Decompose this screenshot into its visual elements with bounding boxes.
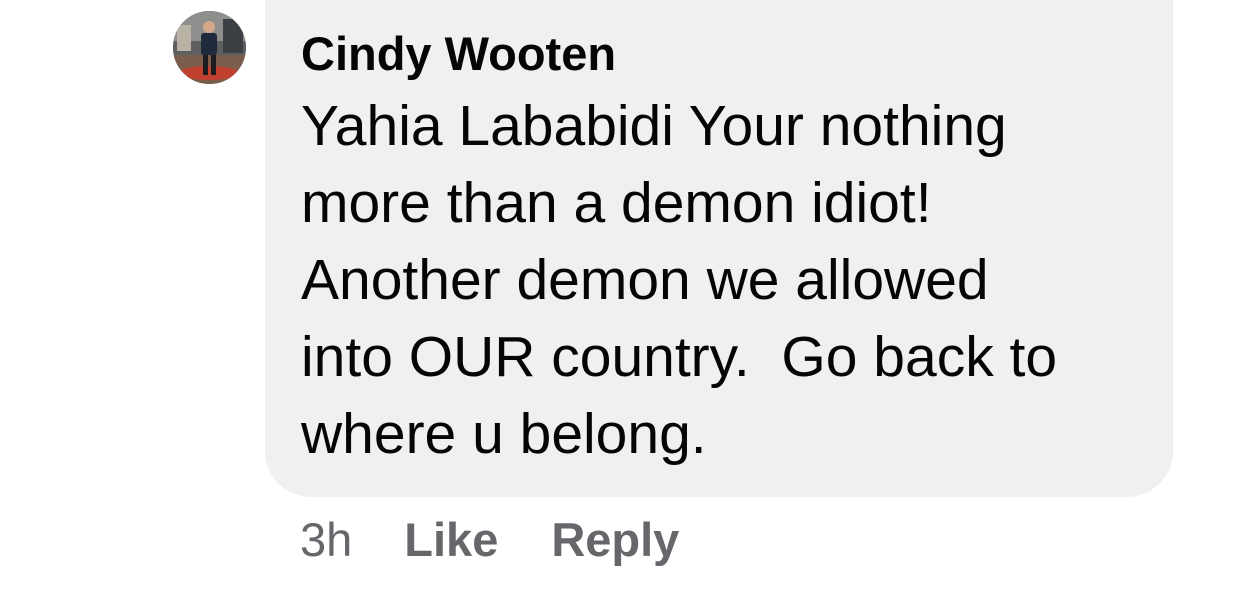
comment-text: Yahia Lababidi Your nothing more than a …: [301, 88, 1139, 473]
comment-text-line: more than a demon idiot!: [301, 171, 932, 235]
comment-actions: 3h Like Reply: [300, 506, 679, 572]
comment-bubble: Cindy Wooten Yahia Lababidi Your nothing…: [265, 0, 1173, 497]
comment-text-line: Yahia Lababidi Your nothing: [301, 94, 1007, 158]
comment-text-line: into OUR country. Go back to: [301, 325, 1058, 389]
comment-text-line: Another demon we allowed: [301, 248, 989, 312]
comment-timestamp[interactable]: 3h: [300, 512, 352, 567]
comment-text-line: where u belong.: [301, 402, 707, 466]
avatar[interactable]: [173, 11, 246, 84]
like-button[interactable]: Like: [404, 512, 498, 567]
comment-author-name[interactable]: Cindy Wooten: [301, 18, 1139, 90]
comment: Cindy Wooten Yahia Lababidi Your nothing…: [0, 0, 1242, 601]
profile-photo-icon: [173, 11, 246, 84]
reply-button[interactable]: Reply: [551, 512, 679, 567]
